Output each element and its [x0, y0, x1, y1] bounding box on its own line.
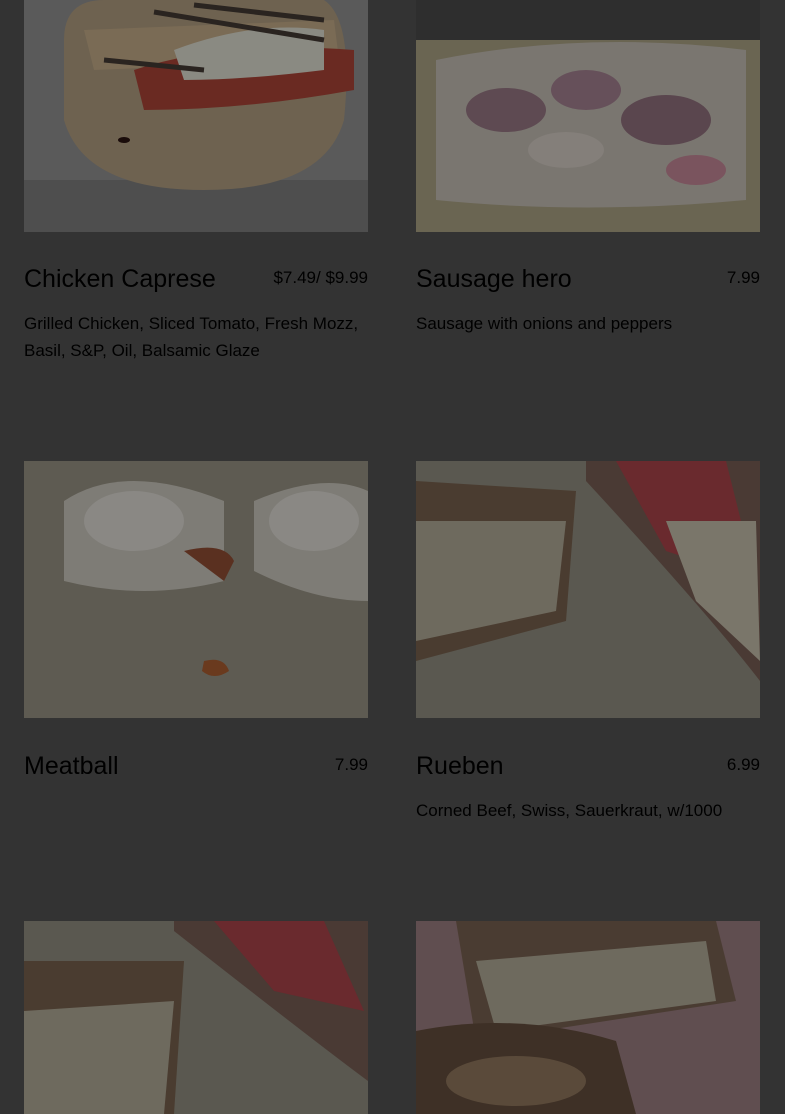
menu-item-price: 7.99: [726, 268, 760, 287]
menu-item-price: $7.49/ $9.99: [273, 268, 368, 287]
menu-item-price: 7.99: [334, 755, 368, 774]
menu-item-description: Corned Beef, Swiss, Sauerkraut, w/1000: [416, 801, 723, 820]
rueben-photo-3[interactable]: [416, 921, 760, 1114]
sausage-hero-photo[interactable]: [416, 0, 760, 232]
menu-item-description: Grilled Chicken, Sliced Tomato, Fresh Mo…: [24, 314, 359, 360]
chicken-caprese-photo[interactable]: [24, 0, 368, 232]
menu-item-title: Rueben: [416, 752, 504, 780]
meatball-photo[interactable]: [24, 461, 368, 718]
menu-item-title: Sausage hero: [416, 265, 572, 293]
menu-item-description: Sausage with onions and peppers: [416, 314, 673, 333]
menu-item-price: 6.99: [726, 755, 760, 774]
rueben-photo[interactable]: [416, 461, 760, 718]
menu-page: Chicken Caprese $7.49/ $9.99 Grilled Chi…: [0, 0, 785, 1114]
menu-item-title: Chicken Caprese: [24, 265, 216, 293]
rueben-photo-2[interactable]: [24, 921, 368, 1114]
menu-item-title: Meatball: [24, 752, 119, 780]
